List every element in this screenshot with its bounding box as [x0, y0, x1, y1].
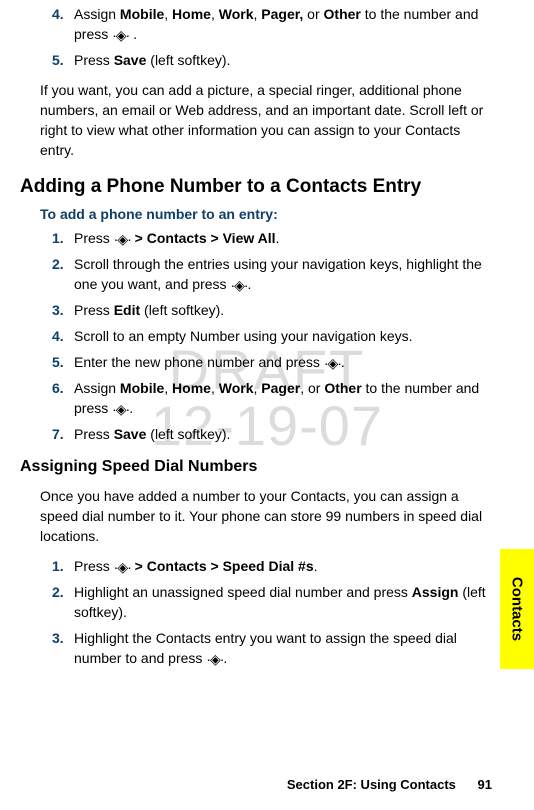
- step-number: 1.: [52, 556, 74, 576]
- step-text: Press Save (left softkey).: [74, 424, 230, 444]
- opening-paragraph: If you want, you can add a picture, a sp…: [40, 80, 492, 160]
- s2-step-2: 2. Highlight an unassigned speed dial nu…: [52, 582, 492, 622]
- nav-key-icon: ·◈·: [114, 560, 131, 574]
- step-number: 4.: [52, 4, 74, 44]
- step-text: Enter the new phone number and press ·◈·…: [74, 352, 345, 372]
- step-number: 5.: [52, 50, 74, 70]
- step-text: Highlight an unassigned speed dial numbe…: [74, 582, 492, 622]
- step-number: 2.: [52, 254, 74, 294]
- page-footer: Section 2F: Using Contacts 91: [287, 777, 492, 792]
- s1-step-2: 2. Scroll through the entries using your…: [52, 254, 492, 294]
- step-opening-5: 5. Press Save (left softkey).: [52, 50, 492, 70]
- step-opening-4: 4. Assign Mobile, Home, Work, Pager, or …: [52, 4, 492, 44]
- s2-step-1: 1. Press ·◈· > Contacts > Speed Dial #s.: [52, 556, 492, 576]
- nav-key-icon: ·◈·: [112, 28, 129, 42]
- s1-step-5: 5. Enter the new phone number and press …: [52, 352, 492, 372]
- step-text: Assign Mobile, Home, Work, Pager, or Oth…: [74, 4, 492, 44]
- step-number: 3.: [52, 628, 74, 668]
- step-number: 1.: [52, 228, 74, 248]
- s1-step-1: 1. Press ·◈· > Contacts > View All.: [52, 228, 492, 248]
- s1-step-3: 3. Press Edit (left softkey).: [52, 300, 492, 320]
- subhead-add-entry: To add a phone number to an entry:: [40, 206, 492, 222]
- s1-step-6: 6. Assign Mobile, Home, Work, Pager, or …: [52, 378, 492, 418]
- step-text: Scroll to an empty Number using your nav…: [74, 326, 413, 346]
- step-text: Press Edit (left softkey).: [74, 300, 224, 320]
- nav-key-icon: ·◈·: [114, 232, 131, 246]
- s1-step-4: 4. Scroll to an empty Number using your …: [52, 326, 492, 346]
- step-text: Press ·◈· > Contacts > Speed Dial #s.: [74, 556, 318, 576]
- step-number: 7.: [52, 424, 74, 444]
- speed-dial-paragraph: Once you have added a number to your Con…: [40, 486, 492, 546]
- step-text: Highlight the Contacts entry you want to…: [74, 628, 492, 668]
- side-tab-label: Contacts: [509, 577, 526, 641]
- step-number: 3.: [52, 300, 74, 320]
- nav-key-icon: ·◈·: [112, 402, 129, 416]
- step-text: Scroll through the entries using your na…: [74, 254, 492, 294]
- step-text: Assign Mobile, Home, Work, Pager, or Oth…: [74, 378, 492, 418]
- s1-step-7: 7. Press Save (left softkey).: [52, 424, 492, 444]
- heading-add-phone-number: Adding a Phone Number to a Contacts Entr…: [20, 176, 492, 198]
- nav-key-icon: ·◈·: [230, 278, 247, 292]
- s2-step-3: 3. Highlight the Contacts entry you want…: [52, 628, 492, 668]
- step-number: 6.: [52, 378, 74, 418]
- step-number: 4.: [52, 326, 74, 346]
- side-tab-contacts: Contacts: [500, 549, 534, 669]
- nav-key-icon: ·◈·: [324, 356, 341, 370]
- heading-speed-dial: Assigning Speed Dial Numbers: [20, 458, 492, 476]
- step-text: Press Save (left softkey).: [74, 50, 230, 70]
- footer-section: Section 2F: Using Contacts: [287, 777, 456, 792]
- footer-page-number: 91: [478, 777, 492, 792]
- nav-key-icon: ·◈·: [206, 652, 223, 666]
- step-number: 2.: [52, 582, 74, 622]
- step-number: 5.: [52, 352, 74, 372]
- step-text: Press ·◈· > Contacts > View All.: [74, 228, 279, 248]
